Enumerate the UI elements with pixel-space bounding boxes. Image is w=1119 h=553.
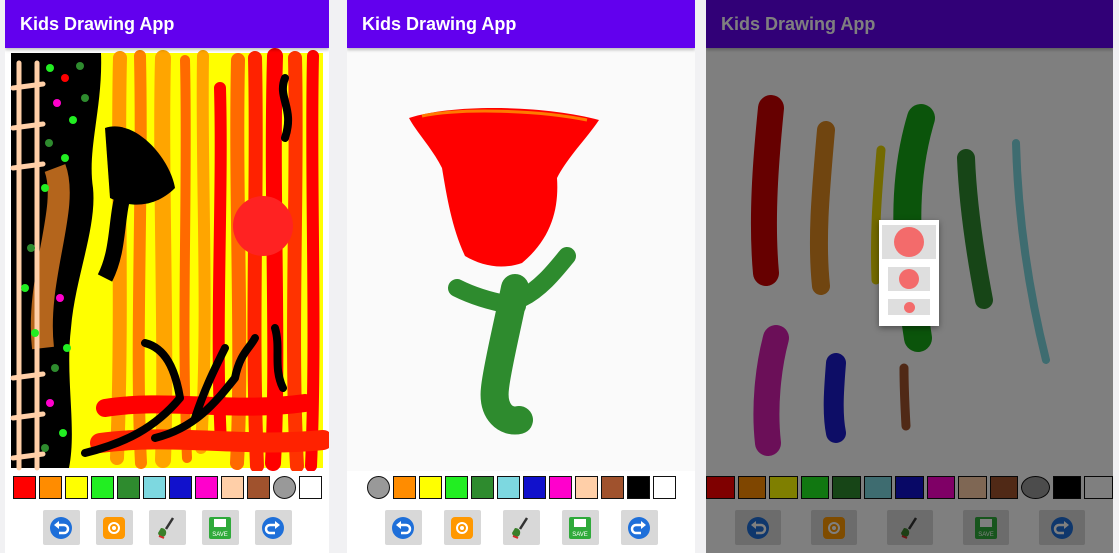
color-swatch-blue[interactable]	[168, 476, 192, 499]
color-palette	[347, 476, 695, 499]
large-dot-icon	[894, 227, 924, 257]
undo-icon	[392, 516, 414, 539]
redo-icon	[262, 516, 284, 539]
undo-button[interactable]	[384, 510, 422, 545]
color-swatch-cyan[interactable]	[142, 476, 166, 499]
gallery-flower-icon	[451, 516, 473, 539]
brush-size-large[interactable]	[882, 225, 936, 259]
undo-icon	[50, 516, 72, 539]
brush-size-medium[interactable]	[888, 267, 930, 291]
color-swatch-white[interactable]	[298, 476, 322, 499]
save-button[interactable]: SAVE	[201, 510, 239, 545]
color-swatch-skin[interactable]	[574, 476, 598, 499]
color-swatch-white[interactable]	[652, 476, 676, 499]
gallery-button[interactable]	[443, 510, 481, 545]
redo-icon	[628, 516, 650, 539]
color-palette	[5, 476, 329, 499]
toolbar: SAVE	[347, 510, 695, 545]
brush-size-small[interactable]	[888, 299, 930, 315]
redo-button[interactable]	[620, 510, 658, 545]
paint-brush-icon	[512, 516, 529, 539]
redo-button[interactable]	[254, 510, 292, 545]
color-swatch-skin[interactable]	[220, 476, 244, 499]
rose-drawing	[409, 108, 599, 435]
screen-forest-drawing: Kids Drawing App SAVE	[5, 0, 329, 553]
color-swatch-yellow[interactable]	[418, 476, 442, 499]
color-swatch-light-green[interactable]	[90, 476, 114, 499]
color-swatch-orange[interactable]	[392, 476, 416, 499]
save-icon-label: SAVE	[572, 532, 588, 538]
paint-brush-icon	[158, 516, 175, 539]
screen-rose-drawing: Kids Drawing App SAVE	[347, 0, 695, 553]
color-swatch-orange[interactable]	[38, 476, 62, 499]
color-swatch-blue[interactable]	[522, 476, 546, 499]
brush-size-button[interactable]	[502, 510, 540, 545]
brush-size-button[interactable]	[148, 510, 186, 545]
save-icon: SAVE	[569, 516, 591, 539]
app-title: Kids Drawing App	[20, 13, 175, 34]
app-title: Kids Drawing App	[362, 13, 517, 34]
app-bar: Kids Drawing App	[5, 0, 329, 48]
small-dot-icon	[903, 301, 915, 313]
color-swatch-light-green[interactable]	[444, 476, 468, 499]
color-swatch-gray-selected[interactable]	[366, 476, 390, 499]
color-swatch-dark-green[interactable]	[116, 476, 140, 499]
color-swatch-red[interactable]	[12, 476, 36, 499]
toolbar: SAVE	[5, 510, 329, 545]
save-icon-label: SAVE	[212, 532, 228, 538]
color-swatch-cyan[interactable]	[496, 476, 520, 499]
color-swatch-brown[interactable]	[246, 476, 270, 499]
save-button[interactable]: SAVE	[561, 510, 599, 545]
forest-drawing	[5, 48, 329, 471]
color-swatch-magenta[interactable]	[194, 476, 218, 499]
drawing-canvas[interactable]	[347, 48, 695, 471]
gallery-button[interactable]	[95, 510, 133, 545]
drawing-canvas[interactable]	[5, 48, 329, 471]
color-swatch-gray-selected[interactable]	[272, 476, 296, 499]
brush-size-dialog	[879, 220, 939, 326]
screen-brush-size-dialog: Kids Drawing App	[706, 0, 1113, 553]
undo-button[interactable]	[42, 510, 80, 545]
color-swatch-black[interactable]	[626, 476, 650, 499]
app-bar: Kids Drawing App	[347, 0, 695, 48]
save-icon: SAVE	[209, 516, 231, 539]
medium-dot-icon	[899, 269, 919, 289]
color-swatch-brown[interactable]	[600, 476, 624, 499]
color-swatch-dark-green[interactable]	[470, 476, 494, 499]
color-swatch-yellow[interactable]	[64, 476, 88, 499]
gallery-flower-icon	[103, 516, 125, 539]
color-swatch-magenta[interactable]	[548, 476, 572, 499]
